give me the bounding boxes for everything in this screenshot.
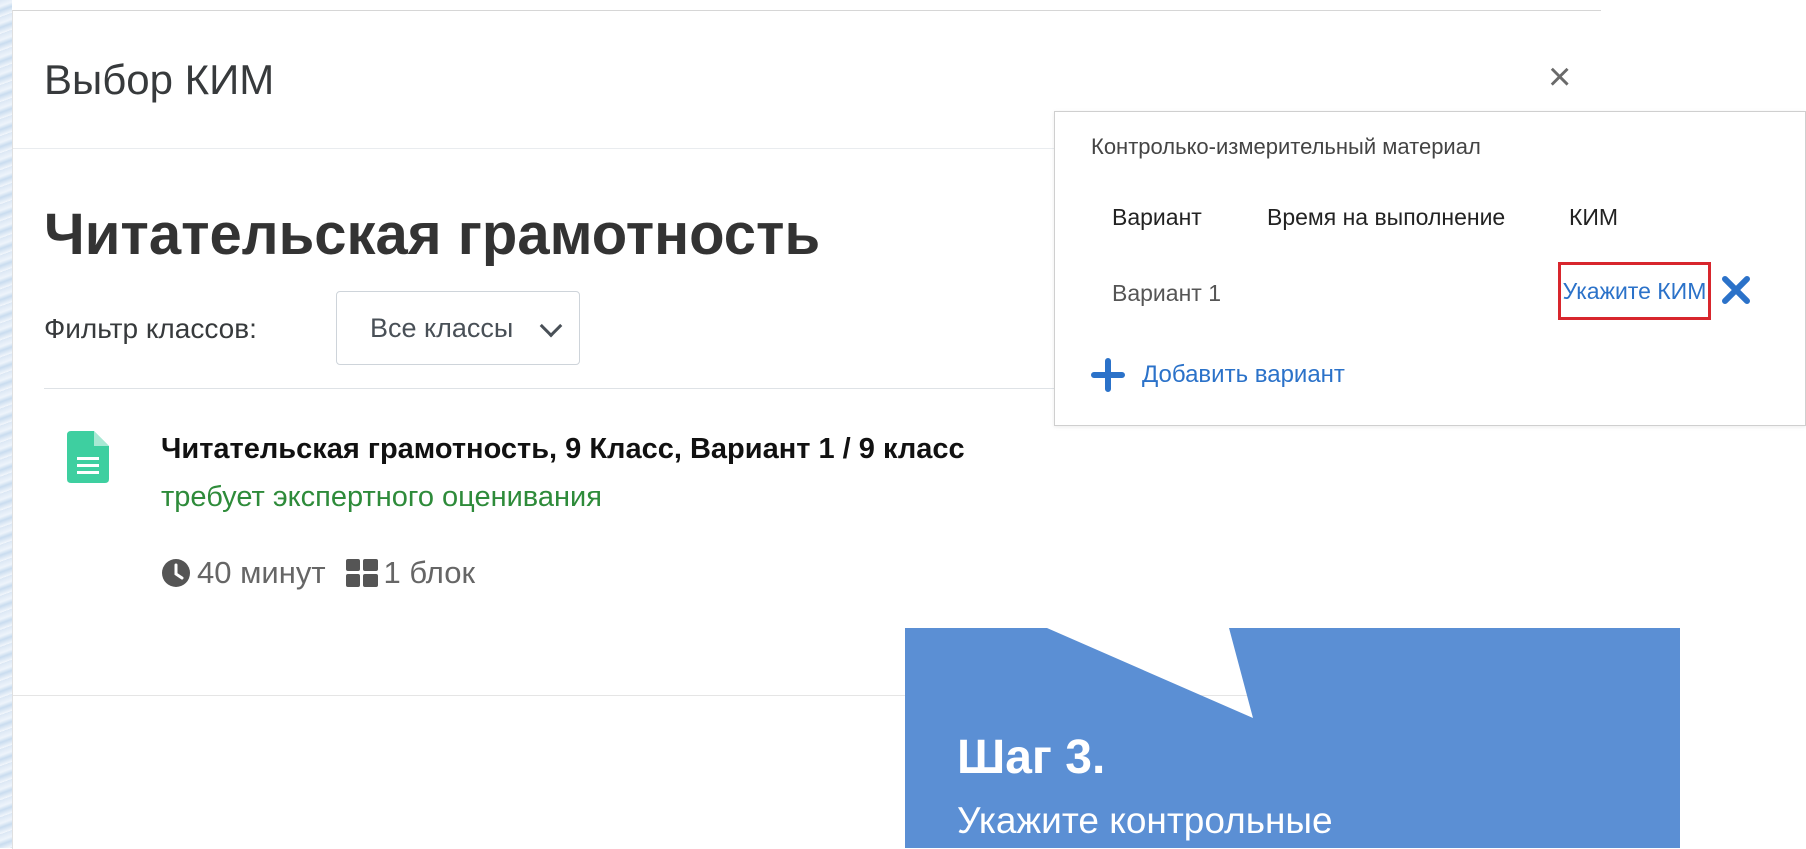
add-variant-label: Добавить вариант <box>1142 361 1345 388</box>
background-pattern-strip <box>0 0 12 848</box>
add-variant-button[interactable]: Добавить вариант <box>1091 358 1345 392</box>
specify-kim-link[interactable]: Укажите КИМ <box>1558 262 1711 320</box>
test-status: требует экспертного оценивания <box>161 481 602 513</box>
test-blocks-count: 1 блок <box>383 555 476 590</box>
variant-name: Вариант 1 <box>1112 280 1221 306</box>
popup-header: Контролько-измерительный материал <box>1091 134 1481 159</box>
close-icon[interactable]: × <box>1548 57 1571 97</box>
column-header-kim: КИМ <box>1569 204 1619 230</box>
filter-label: Фильтр классов: <box>44 313 257 344</box>
modal-title: Выбор КИМ <box>44 56 275 103</box>
class-filter-value: Все классы <box>370 312 514 343</box>
blocks-icon <box>345 559 378 587</box>
remove-variant-icon[interactable] <box>1719 273 1753 307</box>
specify-kim-label: Укажите КИМ <box>1562 277 1707 304</box>
test-meta: 40 минут 1 блок <box>161 555 475 591</box>
step-callout: Шаг 3. Укажите контрольные <box>905 620 1680 848</box>
test-duration: 40 минут <box>197 555 326 590</box>
course-title: Читательская грамотность <box>44 202 821 267</box>
callout-step-title: Шаг 3. <box>957 731 1106 784</box>
kim-popup: Контролько-измерительный материал Вариан… <box>1054 111 1806 426</box>
test-title-link[interactable]: Читательская грамотность, 9 Класс, Вариа… <box>161 433 965 466</box>
column-header-time: Время на выполнение <box>1267 204 1506 230</box>
callout-step-text: Укажите контрольные <box>957 800 1333 841</box>
column-header-variant: Вариант <box>1112 204 1202 230</box>
class-filter-select[interactable]: Все классы <box>336 291 580 365</box>
divider <box>44 388 1074 389</box>
chevron-down-icon <box>539 314 563 338</box>
document-icon <box>67 431 109 483</box>
plus-icon <box>1091 358 1125 392</box>
clock-icon <box>162 559 190 587</box>
